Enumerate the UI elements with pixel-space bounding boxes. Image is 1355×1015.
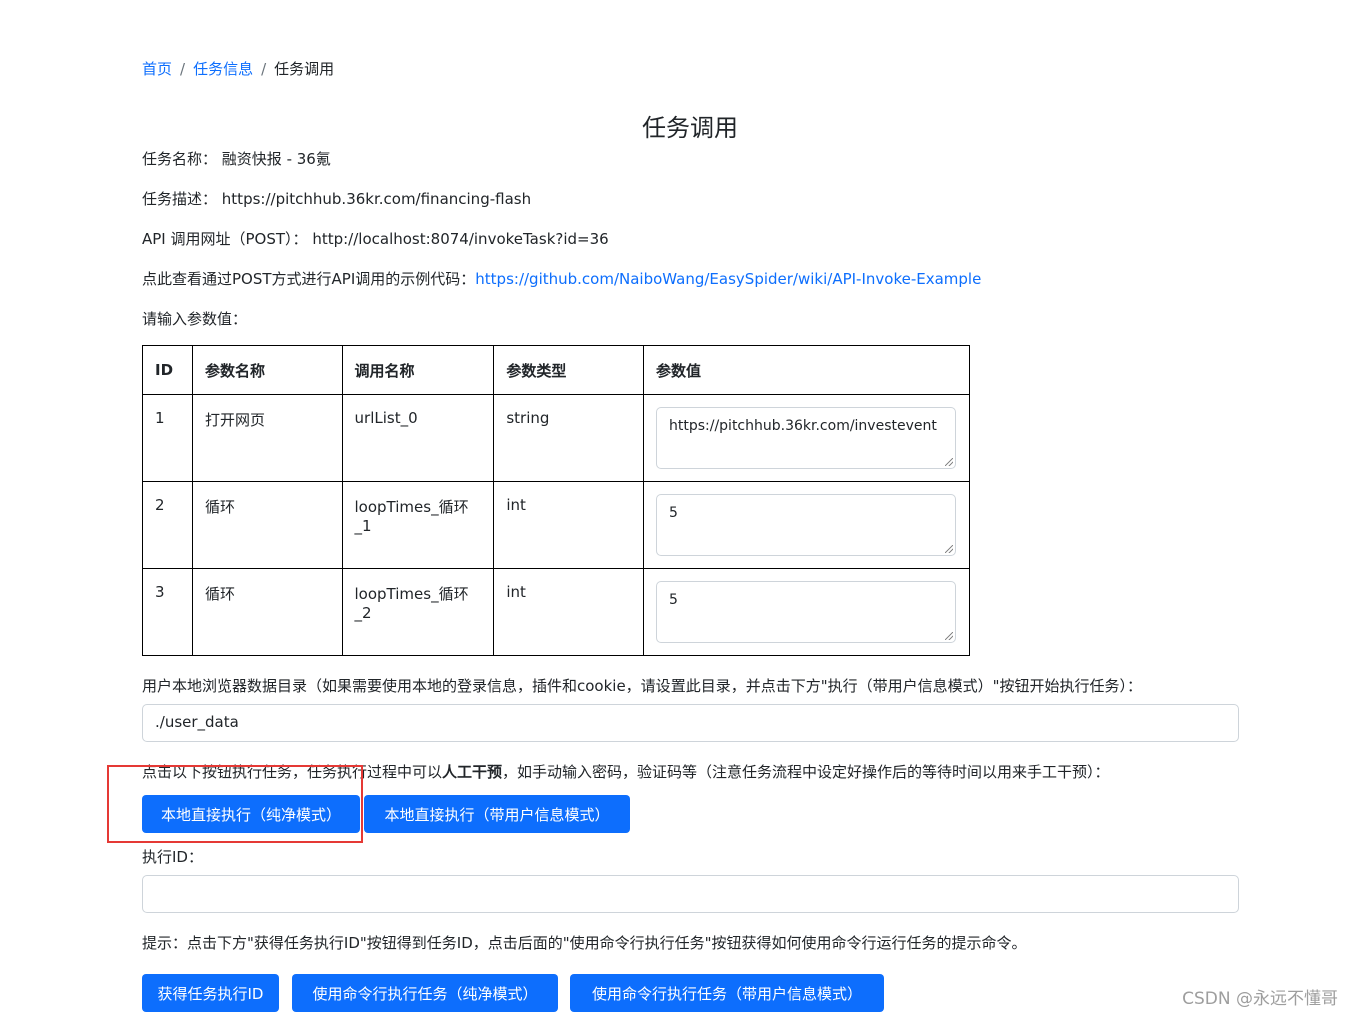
row-id: 3: [142, 568, 193, 656]
resize-grip-icon[interactable]: [944, 545, 953, 553]
api-url-value: http://localhost:8074/invokeTask?id=36: [312, 230, 609, 248]
task-name-label: 任务名称：: [142, 150, 218, 168]
row-call-name: loopTimes_循环_1: [341, 481, 495, 569]
user-data-label: 用户本地浏览器数据目录（如果需要使用本地的登录信息，插件和cookie，请设置此…: [142, 677, 1142, 695]
param-value-text: https://pitchhub.36kr.com/investevent: [668, 418, 937, 434]
param-value-textarea[interactable]: 5: [655, 581, 956, 643]
row-value-cell: https://pitchhub.36kr.com/investevent: [642, 394, 971, 482]
get-exec-id-button[interactable]: 获得任务执行ID: [142, 974, 279, 1012]
row-param-name: 循环: [191, 481, 343, 569]
row-param-type: int: [493, 568, 644, 656]
api-url-line: API 调用网址（POST）： http://localhost:8074/in…: [142, 228, 609, 249]
resize-grip-icon[interactable]: [944, 632, 953, 640]
csdn-watermark: CSDN @永远不懂哥: [1182, 989, 1338, 1009]
params-table: ID 参数名称 调用名称 参数类型 参数值 1 打开网页 urlList_0 s…: [142, 345, 971, 656]
row-value-cell: 5: [642, 568, 971, 656]
column-header-param-name: 参数名称: [191, 345, 343, 395]
tip-text: 提示：点击下方"获得任务执行ID"按钮得到任务ID，点击后面的"使用命令行执行任…: [142, 934, 1027, 952]
page-title: 任务调用: [642, 114, 738, 142]
row-param-type: string: [493, 394, 644, 482]
exec-hint-bold: 人工干预: [442, 763, 503, 781]
table-row: 1 打开网页 urlList_0 string https://pitchhub…: [142, 394, 971, 482]
column-header-id: ID: [142, 345, 193, 395]
example-label: 点此查看通过POST方式进行API调用的示例代码：: [142, 270, 476, 288]
exec-hint-text-2: ，如手动输入密码，验证码等（注意任务流程中设定好操作后的等待时间以用来手工干预）…: [502, 763, 1110, 781]
row-call-name: loopTimes_循环_2: [341, 568, 495, 656]
table-row: 2 循环 loopTimes_循环_1 int 5: [142, 481, 971, 569]
task-name-line: 任务名称： 融资快报 - 36氪: [142, 148, 331, 169]
param-value-text: 5: [668, 592, 678, 608]
param-value-textarea[interactable]: https://pitchhub.36kr.com/investevent: [655, 407, 956, 469]
task-desc-value: https://pitchhub.36kr.com/financing-flas…: [221, 190, 532, 208]
cmd-run-user-button[interactable]: 使用命令行执行任务（带用户信息模式）: [570, 974, 884, 1012]
row-value-cell: 5: [642, 481, 971, 569]
row-param-type: int: [493, 481, 644, 569]
resize-grip-icon[interactable]: [944, 458, 953, 466]
row-param-name: 打开网页: [191, 394, 343, 482]
param-value-text: 5: [668, 505, 678, 521]
example-line: 点此查看通过POST方式进行API调用的示例代码：https://github.…: [142, 268, 981, 289]
breadcrumb-current: 任务调用: [274, 60, 335, 78]
table-header-row: ID 参数名称 调用名称 参数类型 参数值: [142, 345, 971, 395]
exec-id-label: 执行ID：: [142, 848, 203, 866]
highlight-box: [107, 765, 363, 843]
column-header-param-value: 参数值: [642, 345, 971, 395]
column-header-call-name: 调用名称: [341, 345, 495, 395]
row-param-name: 循环: [191, 568, 343, 656]
task-desc-label: 任务描述：: [142, 190, 218, 208]
breadcrumb-separator: /: [261, 59, 267, 78]
row-call-name: urlList_0: [341, 394, 495, 482]
api-url-label: API 调用网址（POST）：: [142, 230, 308, 248]
breadcrumb-home-link[interactable]: 首页: [142, 58, 172, 79]
exec-id-input[interactable]: [142, 875, 1239, 913]
param-value-textarea[interactable]: 5: [655, 494, 956, 556]
params-prompt: 请输入参数值：: [142, 310, 248, 328]
row-id: 2: [142, 481, 193, 569]
user-data-input[interactable]: ./user_data: [142, 704, 1239, 742]
column-header-param-type: 参数类型: [493, 345, 644, 395]
cmd-run-clean-button[interactable]: 使用命令行执行任务（纯净模式）: [292, 974, 558, 1012]
example-code-link[interactable]: https://github.com/NaiboWang/EasySpider/…: [475, 270, 981, 288]
run-local-user-button[interactable]: 本地直接执行（带用户信息模式）: [364, 795, 630, 833]
breadcrumb: 首页 / 任务信息 / 任务调用: [142, 58, 334, 79]
breadcrumb-task-info-link[interactable]: 任务信息: [193, 58, 253, 79]
breadcrumb-separator: /: [180, 59, 186, 78]
row-id: 1: [142, 394, 193, 482]
task-desc-line: 任务描述： https://pitchhub.36kr.com/financin…: [142, 188, 531, 209]
task-name-value: 融资快报 - 36氪: [221, 150, 331, 168]
table-row: 3 循环 loopTimes_循环_2 int 5: [142, 568, 971, 656]
